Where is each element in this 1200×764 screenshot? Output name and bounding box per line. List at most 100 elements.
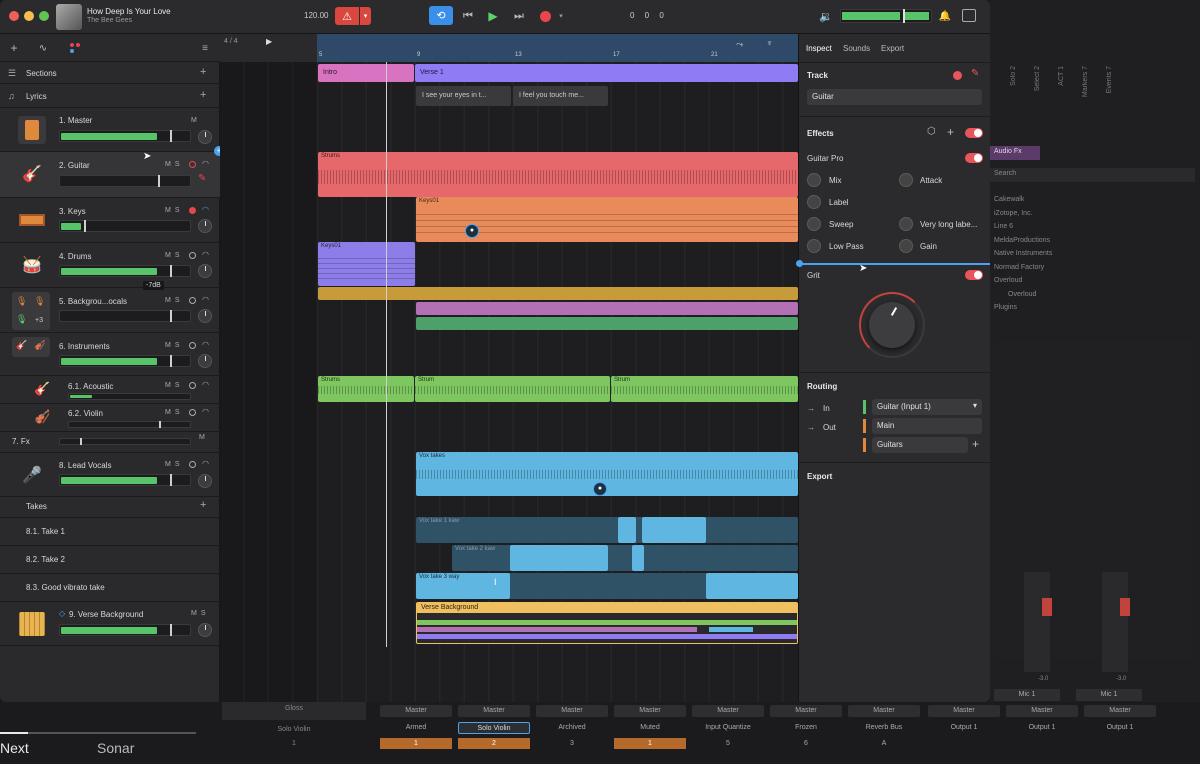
- play-icon[interactable]: ▶: [486, 8, 500, 24]
- region-drums[interactable]: Keys01: [318, 242, 415, 286]
- channel-number[interactable]: 5: [692, 738, 764, 749]
- playhead-marker-icon[interactable]: ▶: [266, 37, 272, 46]
- bus-select[interactable]: Master: [380, 705, 452, 717]
- fader-cap[interactable]: [1042, 598, 1052, 616]
- vendor-item[interactable]: MeldaProductions: [994, 234, 1052, 248]
- record-arm-button[interactable]: [189, 207, 196, 214]
- channel-name[interactable]: Output 1: [1006, 722, 1078, 734]
- vendor-item[interactable]: Cakewalk: [994, 193, 1052, 207]
- record-arm-button[interactable]: [189, 252, 196, 259]
- plugin-toggle[interactable]: [965, 153, 983, 163]
- volume-fader[interactable]: [59, 355, 191, 367]
- track-name[interactable]: 6. Instruments: [59, 342, 110, 351]
- mix-knob[interactable]: [807, 173, 821, 187]
- record-arm-button[interactable]: [189, 382, 196, 389]
- take-name[interactable]: 8.2. Take 2: [26, 555, 65, 564]
- track-master[interactable]: 1. Master M: [0, 108, 220, 152]
- rewind-icon[interactable]: ⏮: [461, 8, 475, 24]
- label-knob[interactable]: [807, 195, 821, 209]
- volume-fader[interactable]: [68, 393, 191, 400]
- sidebar-toggle-icon[interactable]: [962, 9, 976, 22]
- msr-buttons[interactable]: MS: [165, 207, 184, 214]
- volume-fader[interactable]: [59, 220, 191, 232]
- volume-fader[interactable]: [68, 421, 191, 428]
- bus-select[interactable]: Master: [928, 705, 1000, 717]
- comment-icon[interactable]: ●: [593, 482, 607, 496]
- bus-select[interactable]: Master: [614, 705, 686, 717]
- msr-filter-icon[interactable]: [70, 43, 84, 53]
- effects-toggle[interactable]: [965, 128, 983, 138]
- track-acoustic[interactable]: 🎸 6.1. Acoustic MS ◠: [0, 376, 220, 404]
- output-guitars[interactable]: Guitars: [872, 437, 968, 453]
- volume-fader[interactable]: [59, 175, 191, 187]
- plugin-search-field[interactable]: Search: [990, 168, 1195, 182]
- channel-number[interactable]: 2: [458, 738, 530, 749]
- arrange-view[interactable]: 4 / 4 ▶ 5 9 13 17 21 ⤳ ♆ Intro Verse 1 I…: [220, 34, 798, 702]
- vendor-item[interactable]: Line 6: [994, 220, 1052, 234]
- bus-select[interactable]: Master: [1006, 705, 1078, 717]
- gloss-field[interactable]: Gloss: [222, 702, 366, 720]
- pan-knob[interactable]: [198, 219, 212, 233]
- channel-name[interactable]: Frozen: [770, 722, 842, 734]
- filter-icon[interactable]: ≡: [198, 42, 212, 54]
- channel-name[interactable]: Input Quantize: [692, 722, 764, 734]
- pan-knob[interactable]: [198, 354, 212, 368]
- mic-select[interactable]: Mic 1: [1076, 689, 1142, 701]
- region-acoustic[interactable]: Strum: [611, 376, 798, 402]
- monitor-icon[interactable]: ◠: [202, 407, 209, 416]
- take-row[interactable]: 8.2. Take 2: [0, 546, 220, 574]
- bus-select[interactable]: Master: [536, 705, 608, 717]
- pan-knob[interactable]: [198, 309, 212, 323]
- bus-select[interactable]: Master: [770, 705, 842, 717]
- output-main[interactable]: Main: [872, 418, 982, 434]
- take-segment[interactable]: [642, 517, 706, 543]
- fader-cap[interactable]: [1120, 598, 1130, 616]
- track-name[interactable]: 3. Keys: [59, 207, 86, 216]
- attack-knob[interactable]: [899, 173, 913, 187]
- take-segment[interactable]: [632, 545, 644, 571]
- channel-number[interactable]: 1: [614, 738, 686, 749]
- mic-select[interactable]: Mic 1: [994, 689, 1060, 701]
- track-guitar[interactable]: 🎸 2. Guitar MS ◠ ✎ ➤ +: [0, 146, 224, 198]
- add-lyrics-icon[interactable]: +: [200, 89, 206, 101]
- next-label[interactable]: Next: [0, 740, 29, 756]
- msr-buttons[interactable]: MS: [165, 342, 184, 349]
- snap-icon[interactable]: ⤳: [736, 39, 743, 50]
- cube-icon[interactable]: ⬡: [927, 126, 936, 137]
- channel-number[interactable]: 3: [536, 738, 608, 749]
- pan-knob[interactable]: [198, 474, 212, 488]
- record-arm-button[interactable]: [189, 461, 196, 468]
- take-segment[interactable]: [706, 573, 798, 599]
- monitor-icon[interactable]: ◠: [202, 295, 209, 304]
- lyric-clip[interactable]: I feel you touch me...: [513, 86, 608, 106]
- long-label-knob[interactable]: [899, 217, 913, 231]
- monitor-icon[interactable]: ◠: [202, 459, 209, 468]
- bus-select[interactable]: Master: [692, 705, 764, 717]
- input-select[interactable]: Guitar (Input 1) ▾: [872, 399, 982, 415]
- channel-name[interactable]: Muted: [614, 722, 686, 734]
- instrument-icon[interactable]: ✎: [971, 68, 979, 79]
- vendor-item[interactable]: Native Instruments: [994, 247, 1052, 261]
- track-name[interactable]: 7. Fx: [12, 437, 30, 446]
- msr-buttons[interactable]: M: [191, 117, 201, 124]
- track-drums[interactable]: 🥁 4. Drums MS ◠ -7dB: [0, 243, 220, 290]
- track-name[interactable]: 6.1. Acoustic: [68, 382, 113, 391]
- tempo-display[interactable]: 120.00: [304, 11, 328, 20]
- tab-export[interactable]: Export: [881, 44, 904, 53]
- monitor-icon[interactable]: ◠: [202, 380, 209, 389]
- msr-buttons[interactable]: MS: [191, 610, 210, 617]
- msr-buttons[interactable]: MS: [165, 297, 184, 304]
- region-bgv-3[interactable]: [416, 317, 798, 330]
- guitar-tool-icon[interactable]: ✎: [198, 173, 206, 184]
- track-name[interactable]: 6.2. Violin: [68, 409, 103, 418]
- track-color-swatch[interactable]: [953, 71, 962, 80]
- grit-toggle[interactable]: [965, 270, 983, 280]
- master-volume-fader[interactable]: [840, 9, 932, 23]
- track-background-vocals[interactable]: 🎙 🎙 🎙 +3 5. Backgrou...ocals MS ◠: [0, 288, 220, 333]
- warning-icon[interactable]: ⚠: [335, 7, 359, 25]
- bus-select[interactable]: Master: [1084, 705, 1156, 717]
- volume-fader[interactable]: [59, 310, 191, 322]
- msr-buttons[interactable]: M: [199, 434, 209, 441]
- monitor-icon[interactable]: ◠: [202, 159, 209, 168]
- take-segment[interactable]: [510, 545, 608, 571]
